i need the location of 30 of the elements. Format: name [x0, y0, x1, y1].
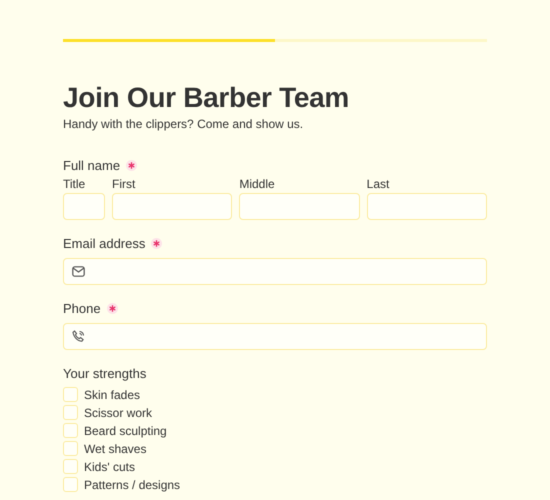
option-label[interactable]: Kids' cuts	[84, 460, 135, 474]
option-label[interactable]: Wet shaves	[84, 442, 146, 456]
subfield-label: Last	[366, 177, 390, 191]
field-label: Your strengths	[63, 366, 146, 381]
checkbox[interactable]	[63, 405, 78, 420]
input-field[interactable]	[63, 193, 105, 220]
subfield-label: Title	[63, 177, 86, 191]
checkbox[interactable]	[63, 477, 78, 492]
checkbox[interactable]	[63, 459, 78, 474]
checkbox[interactable]	[63, 441, 78, 456]
input-field[interactable]	[366, 193, 487, 220]
field-label: Phone	[63, 301, 101, 316]
input-field[interactable]	[239, 193, 360, 220]
subfield-label: First	[112, 177, 136, 191]
field-label: Email address	[63, 236, 146, 251]
form-subtitle: Handy with the clippers? Come and show us.	[63, 117, 304, 131]
option-label[interactable]: Skin fades	[84, 388, 140, 402]
mail-icon	[72, 266, 85, 277]
option-label[interactable]: Scissor work	[84, 406, 152, 420]
checkbox[interactable]	[63, 387, 78, 402]
subfield-label: Middle	[239, 177, 276, 191]
input-field[interactable]	[63, 258, 487, 285]
checkbox[interactable]	[63, 423, 78, 438]
form-title: Join Our Barber Team	[63, 82, 350, 114]
option-label[interactable]: Beard sculpting	[84, 424, 167, 438]
field-label: Full name	[63, 158, 120, 173]
input-field[interactable]	[63, 323, 487, 350]
input-field[interactable]	[112, 193, 232, 220]
option-label[interactable]: Patterns / designs	[84, 478, 180, 492]
phone-icon	[72, 330, 85, 343]
